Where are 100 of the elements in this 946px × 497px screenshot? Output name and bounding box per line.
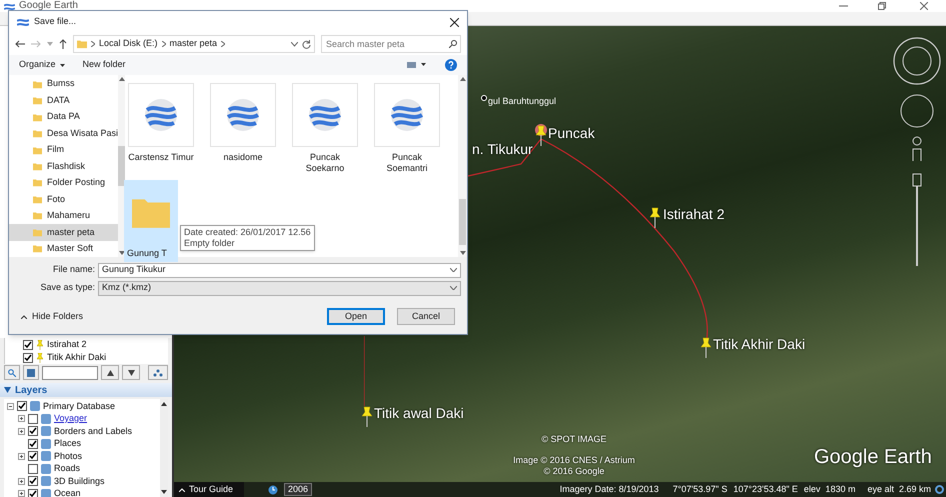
file-name-field[interactable]: Gunung Tikukur bbox=[98, 262, 461, 278]
layer-link[interactable]: Voyager bbox=[54, 412, 88, 426]
checkbox[interactable] bbox=[28, 464, 38, 474]
folder-tree-item[interactable]: Mahameru bbox=[9, 208, 118, 224]
refresh-icon[interactable] bbox=[302, 40, 311, 48]
panel-toggle-button[interactable] bbox=[23, 365, 39, 380]
layer-icon bbox=[41, 488, 51, 497]
layer-label: Borders and Labels bbox=[54, 424, 132, 438]
caret-icon[interactable] bbox=[291, 42, 298, 46]
checkbox[interactable] bbox=[28, 414, 38, 424]
scrollbar[interactable] bbox=[458, 75, 467, 257]
folder-tree-item[interactable]: DATA bbox=[9, 92, 118, 109]
move-up-button[interactable] bbox=[101, 365, 119, 380]
help-icon[interactable] bbox=[445, 59, 457, 71]
close-icon[interactable] bbox=[450, 18, 459, 26]
input-field[interactable] bbox=[42, 366, 98, 380]
caret-icon bbox=[21, 314, 27, 318]
address-bar[interactable]: Local Disk (E:) master peta bbox=[73, 35, 315, 53]
historical-year-button[interactable]: 2006 bbox=[284, 483, 312, 496]
checkbox[interactable] bbox=[23, 340, 33, 350]
folder-tree-item[interactable]: Desa Wisata Pasi bbox=[9, 125, 118, 142]
chevron-icon bbox=[221, 41, 226, 47]
up-arrow-icon[interactable] bbox=[161, 402, 167, 406]
window-title: Google Earth bbox=[19, 0, 79, 12]
folder-tree-item[interactable]: Bumss bbox=[9, 76, 118, 92]
place-label[interactable]: Istirahat 2 bbox=[47, 338, 87, 352]
folder-tree-item[interactable]: Folder Posting bbox=[9, 174, 118, 192]
pushpin-icon[interactable] bbox=[533, 123, 549, 148]
layer-icon bbox=[41, 476, 51, 486]
caret-icon[interactable] bbox=[450, 268, 457, 272]
scrollbar-thumb[interactable] bbox=[459, 199, 466, 245]
folder-tree-item[interactable]: Foto bbox=[9, 191, 118, 208]
down-arrow-icon[interactable] bbox=[161, 490, 167, 494]
checkbox[interactable] bbox=[28, 488, 38, 497]
pushpin-icon[interactable] bbox=[359, 404, 375, 429]
checkbox[interactable] bbox=[28, 451, 38, 462]
file-name: Puncak Soemantri bbox=[385, 152, 429, 174]
checkbox[interactable] bbox=[28, 426, 38, 436]
expand-icon[interactable] bbox=[18, 452, 25, 460]
scrollbar-thumb[interactable] bbox=[118, 146, 126, 186]
globe-icon bbox=[226, 98, 260, 132]
pushpin-icon[interactable] bbox=[647, 205, 663, 230]
folder-tree-item[interactable]: Master Soft bbox=[9, 240, 118, 257]
search-field[interactable]: Search master peta bbox=[321, 35, 461, 53]
caret-icon[interactable] bbox=[450, 286, 457, 290]
place-label[interactable]: Titik Akhir Daki bbox=[47, 350, 106, 364]
restore-icon[interactable] bbox=[878, 2, 886, 10]
expand-icon[interactable] bbox=[18, 415, 25, 422]
folder-icon bbox=[33, 243, 42, 254]
checkbox[interactable] bbox=[28, 438, 38, 449]
back-arrow-icon[interactable] bbox=[15, 40, 25, 48]
layer-label: Places bbox=[54, 437, 82, 450]
scrollbar[interactable] bbox=[118, 75, 126, 257]
folder-icon bbox=[33, 95, 42, 106]
folder-tile[interactable]: Gunung T bbox=[124, 180, 178, 262]
minimize-icon[interactable] bbox=[839, 3, 848, 9]
up-arrow-icon[interactable] bbox=[460, 77, 466, 81]
layer-icon bbox=[41, 464, 51, 474]
up-arrow-icon[interactable] bbox=[59, 39, 67, 49]
down-arrow-icon[interactable] bbox=[460, 251, 466, 255]
search-button[interactable] bbox=[4, 365, 20, 380]
field-label: File name: bbox=[52, 263, 95, 276]
folder-tree-item[interactable]: master peta bbox=[9, 224, 118, 241]
toolbar-button[interactable]: New folder bbox=[82, 58, 126, 72]
toolbar-button[interactable]: Organize bbox=[19, 58, 65, 72]
clock-icon[interactable] bbox=[268, 484, 278, 494]
checkbox[interactable] bbox=[17, 401, 27, 412]
folder-tree-item[interactable]: Data PA bbox=[9, 108, 118, 126]
tour-guide-button[interactable]: Tour Guide bbox=[174, 482, 244, 497]
expand-icon[interactable] bbox=[18, 490, 25, 497]
move-down-button[interactable] bbox=[122, 365, 140, 380]
expand-icon[interactable] bbox=[18, 428, 25, 435]
file-type-dropdown[interactable]: Kmz (*.kmz) bbox=[98, 280, 461, 296]
globe-icon bbox=[144, 98, 178, 132]
pushpin-icon bbox=[37, 352, 43, 362]
eye-altitude: eye alt 2.69 km bbox=[867, 482, 931, 496]
hide-folders-button[interactable]: Hide Folders bbox=[15, 310, 84, 324]
checkbox[interactable] bbox=[23, 352, 33, 362]
placemark-label: Titik awal Daki bbox=[374, 405, 464, 421]
longitude: 107°23'53.48" E bbox=[733, 482, 798, 496]
folder-tree-item[interactable]: Film bbox=[9, 142, 118, 158]
view-options-icon[interactable] bbox=[407, 61, 427, 69]
pushpin-icon[interactable] bbox=[698, 335, 714, 360]
placemark-label: Istirahat 2 bbox=[663, 206, 724, 222]
chevron-icon bbox=[162, 41, 166, 47]
down-arrow-icon[interactable] bbox=[118, 251, 125, 255]
checkbox[interactable] bbox=[28, 476, 38, 486]
scrollbar[interactable] bbox=[160, 399, 168, 497]
layers-header[interactable]: Layers bbox=[0, 383, 172, 397]
latitude: 7°07'53.97" S bbox=[672, 482, 728, 496]
expand-icon[interactable] bbox=[18, 478, 25, 485]
breadcrumb-item[interactable]: Local Disk (E:) bbox=[99, 37, 158, 51]
dialog-button[interactable]: Cancel bbox=[397, 308, 455, 325]
up-arrow-icon[interactable] bbox=[118, 77, 125, 81]
folder-icon bbox=[33, 160, 42, 172]
dialog-button[interactable]: Open bbox=[327, 308, 385, 325]
layer-icon bbox=[30, 401, 40, 412]
tour-button[interactable] bbox=[148, 365, 168, 380]
collapse-icon[interactable] bbox=[7, 402, 14, 410]
folder-tree-item[interactable]: Flashdisk bbox=[9, 158, 118, 175]
